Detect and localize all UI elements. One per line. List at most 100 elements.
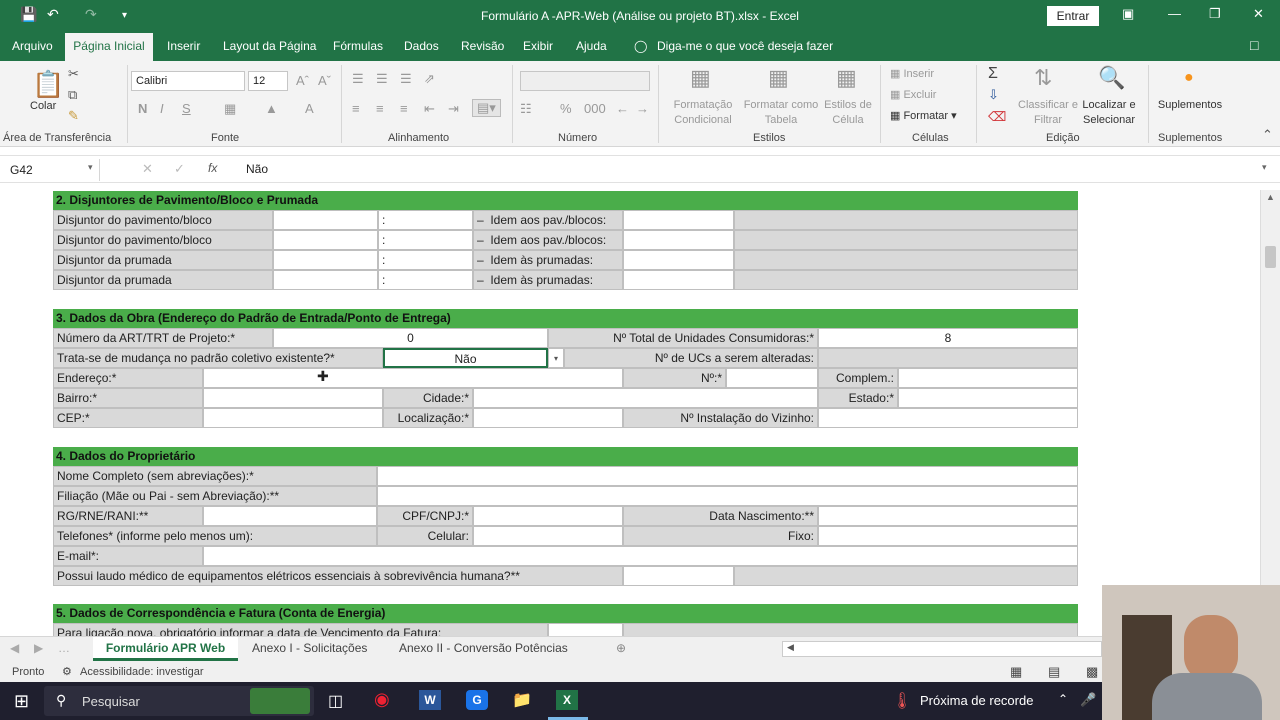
numero-input[interactable] — [726, 368, 818, 388]
complem-input[interactable] — [898, 368, 1078, 388]
autosum-icon[interactable]: Σ — [988, 65, 998, 83]
formula-input[interactable]: Não — [246, 162, 268, 176]
align-left-icon[interactable]: ≡ — [352, 101, 360, 116]
celular-input[interactable] — [473, 526, 623, 546]
font-color-icon[interactable]: A — [305, 101, 314, 116]
align-middle-icon[interactable]: ☰ — [376, 71, 388, 87]
tab-exibir[interactable]: Exibir — [523, 39, 553, 53]
scroll-thumb[interactable] — [1265, 246, 1276, 268]
s2-row1-input-b[interactable]: : — [378, 210, 473, 230]
ucs-alteradas-input[interactable] — [818, 348, 1078, 368]
bold-button[interactable]: N — [138, 101, 147, 116]
s2-row4-input-b[interactable]: : — [378, 270, 473, 290]
s2-row3-input-b[interactable]: : — [378, 250, 473, 270]
delete-cells-button[interactable]: ▦ Excluir — [890, 88, 936, 103]
windows-start-icon[interactable]: ⊞ — [14, 691, 29, 712]
filiacao-input[interactable] — [377, 486, 1078, 506]
tell-me-search[interactable]: Diga-me o que você deseja fazer — [657, 39, 833, 53]
microphone-icon[interactable]: 🎤 — [1080, 692, 1096, 708]
localizacao-input[interactable] — [473, 408, 623, 428]
format-table-icon[interactable]: ▦ — [768, 65, 789, 91]
taskbar-search[interactable]: ⚲ Pesquisar — [44, 686, 314, 716]
format-table-button[interactable]: Formatar como Tabela — [742, 98, 820, 128]
horizontal-scrollbar[interactable]: ◀ — [782, 641, 1102, 657]
paste-icon[interactable]: 📋 — [32, 69, 64, 100]
number-format-combo[interactable] — [520, 71, 650, 91]
enter-icon[interactable]: ✓ — [174, 161, 185, 177]
conditional-format-button[interactable]: Formatação Condicional — [664, 98, 742, 128]
total-ucs-input[interactable]: 8 — [818, 328, 1078, 348]
cell-styles-icon[interactable]: ▦ — [836, 65, 857, 91]
underline-button[interactable]: S — [182, 101, 191, 116]
increase-decimal-icon[interactable]: ← — [616, 101, 629, 116]
tab-formulas[interactable]: Fórmulas — [333, 39, 383, 53]
cut-icon[interactable]: ✂ — [68, 66, 79, 82]
sign-in-button[interactable]: Entrar — [1047, 6, 1099, 26]
copy-icon[interactable]: ⧉ — [68, 87, 77, 103]
maximize-icon[interactable]: ❐ — [1209, 6, 1221, 22]
name-box[interactable]: G42 — [4, 159, 100, 181]
tab-revisao[interactable]: Revisão — [461, 39, 504, 53]
s2-row2-input-b[interactable]: : — [378, 230, 473, 250]
cidade-input[interactable] — [473, 388, 818, 408]
tab-dados[interactable]: Dados — [404, 39, 439, 53]
s2-row3-input-a[interactable] — [273, 250, 378, 270]
next-sheet-icon[interactable]: ▶ — [34, 641, 43, 655]
cpf-input[interactable] — [473, 506, 623, 526]
align-top-icon[interactable]: ☰ — [352, 71, 364, 87]
align-right-icon[interactable]: ≡ — [400, 101, 408, 116]
cep-input[interactable] — [203, 408, 383, 428]
email-input[interactable] — [203, 546, 1078, 566]
vertical-scrollbar[interactable]: ▲ — [1260, 190, 1280, 636]
tab-pagina-inicial[interactable]: Página Inicial — [65, 33, 153, 61]
fill-icon[interactable]: ⇩ — [988, 87, 999, 103]
insert-function-button[interactable]: fx — [208, 161, 217, 175]
prev-sheet-icon[interactable]: ◀ — [10, 641, 19, 655]
tray-chevron-icon[interactable]: ⌃ — [1058, 692, 1068, 706]
rg-input[interactable] — [203, 506, 377, 526]
increase-indent-icon[interactable]: ⇥ — [448, 101, 459, 117]
bairro-input[interactable] — [203, 388, 383, 408]
format-cells-button[interactable]: ▦ Formatar ▾ — [890, 109, 957, 124]
currency-icon[interactable]: ☷ — [520, 101, 532, 117]
decrease-indent-icon[interactable]: ⇤ — [424, 101, 435, 117]
estado-input[interactable] — [898, 388, 1078, 408]
task-view-icon[interactable]: ◫ — [328, 691, 343, 711]
sort-filter-button[interactable]: Classificar e Filtrar — [1018, 98, 1078, 128]
sheet-tab-formulario[interactable]: Formulário APR Web — [93, 637, 238, 661]
add-sheet-icon[interactable]: ⊕ — [616, 641, 626, 655]
s2-row2-input-a[interactable] — [273, 230, 378, 250]
cancel-icon[interactable]: ✕ — [142, 161, 153, 177]
taskbar-notification[interactable]: Próxima de recorde — [920, 693, 1033, 708]
s2-row3-idem-input[interactable] — [623, 250, 734, 270]
s2-row2-idem-input[interactable] — [623, 230, 734, 250]
recorder-app-icon[interactable]: ◉ — [374, 689, 390, 710]
nascimento-input[interactable] — [818, 506, 1078, 526]
accessibility-status[interactable]: Acessibilidade: investigar — [80, 666, 204, 678]
s2-row1-idem-input[interactable] — [623, 210, 734, 230]
scroll-up-icon[interactable]: ▲ — [1266, 192, 1275, 202]
s2-row4-input-a[interactable] — [273, 270, 378, 290]
cell-styles-button[interactable]: Estilos de Célula — [820, 98, 876, 128]
italic-button[interactable]: I — [160, 101, 164, 116]
close-icon[interactable]: ✕ — [1253, 6, 1264, 22]
endereco-input[interactable] — [203, 368, 623, 388]
addins-button[interactable]: Suplementos — [1156, 98, 1224, 113]
shrink-font-icon[interactable]: Aˇ — [318, 73, 331, 88]
vencimento-input[interactable] — [548, 623, 623, 636]
accessibility-icon[interactable]: ⚙ — [62, 665, 72, 678]
worksheet-grid[interactable]: 2. Disjuntores de Pavimento/Bloco e Prum… — [0, 190, 1260, 636]
tab-ajuda[interactable]: Ajuda — [576, 39, 607, 53]
normal-view-icon[interactable]: ▦ — [1010, 664, 1022, 680]
word-app-icon[interactable]: W — [419, 690, 441, 710]
mudanca-select[interactable]: Não — [383, 348, 548, 368]
page-break-view-icon[interactable]: ▩ — [1086, 664, 1098, 680]
percent-icon[interactable]: % — [560, 101, 572, 116]
s2-row1-input-a[interactable] — [273, 210, 378, 230]
ribbon-display-icon[interactable]: ▣ — [1122, 6, 1134, 22]
file-explorer-icon[interactable]: 📁 — [512, 690, 532, 710]
tab-inserir[interactable]: Inserir — [167, 39, 200, 53]
nome-input[interactable] — [377, 466, 1078, 486]
clear-icon[interactable]: ⌫ — [988, 109, 1006, 125]
find-icon[interactable]: 🔍 — [1098, 65, 1125, 91]
